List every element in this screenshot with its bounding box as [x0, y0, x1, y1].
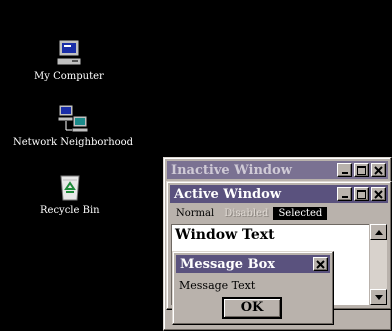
menu-item-selected[interactable]: Selected [273, 206, 328, 220]
desktop-icon-label: Recycle Bin [40, 205, 100, 216]
arrow-up-icon [374, 229, 383, 235]
desktop-icon-label: Network Neighborhood [13, 137, 134, 148]
scroll-down-button[interactable] [370, 289, 387, 305]
minimize-icon [341, 196, 348, 198]
close-button[interactable] [313, 257, 328, 271]
maximize-icon [357, 189, 366, 199]
window-title: Inactive Window [171, 162, 292, 178]
recycle-bin-icon [60, 175, 80, 201]
maximize-icon [357, 165, 366, 175]
minimize-button[interactable] [337, 187, 352, 201]
ok-button[interactable]: OK [222, 297, 282, 319]
scroll-up-button[interactable] [370, 224, 387, 240]
close-icon [316, 259, 325, 269]
menu-item-normal[interactable]: Normal [171, 207, 219, 220]
window-text: Window Text [175, 227, 275, 243]
desktop-icon-network-neighborhood[interactable]: Network Neighborhood [13, 104, 133, 149]
vertical-scrollbar[interactable] [370, 224, 387, 305]
menu-bar: Normal Disabled Selected [171, 205, 387, 221]
close-button[interactable] [371, 163, 386, 177]
desktop-icon-recycle-bin[interactable]: Recycle Bin [40, 172, 100, 217]
close-button[interactable] [371, 187, 386, 201]
computer-icon [56, 39, 82, 66]
desktop-icon-label: My Computer [34, 71, 104, 82]
message-box-title: Message Box [180, 256, 276, 272]
close-icon [374, 165, 383, 175]
arrow-down-icon [374, 294, 383, 300]
active-window-titlebar[interactable]: Active Window [170, 185, 388, 203]
message-box-titlebar[interactable]: Message Box [176, 255, 330, 273]
window-title: Active Window [174, 186, 282, 202]
maximize-button[interactable] [354, 187, 369, 201]
maximize-button[interactable] [354, 163, 369, 177]
minimize-button[interactable] [337, 163, 352, 177]
message-text: Message Text [179, 279, 256, 292]
network-icon [57, 104, 89, 133]
close-icon [374, 189, 383, 199]
message-box[interactable]: Message Box Message Text OK [172, 251, 334, 325]
minimize-icon [341, 172, 348, 174]
desktop-icon-my-computer[interactable]: My Computer [34, 38, 104, 83]
menu-item-disabled: Disabled [224, 207, 269, 219]
inactive-window-titlebar[interactable]: Inactive Window [167, 161, 388, 179]
